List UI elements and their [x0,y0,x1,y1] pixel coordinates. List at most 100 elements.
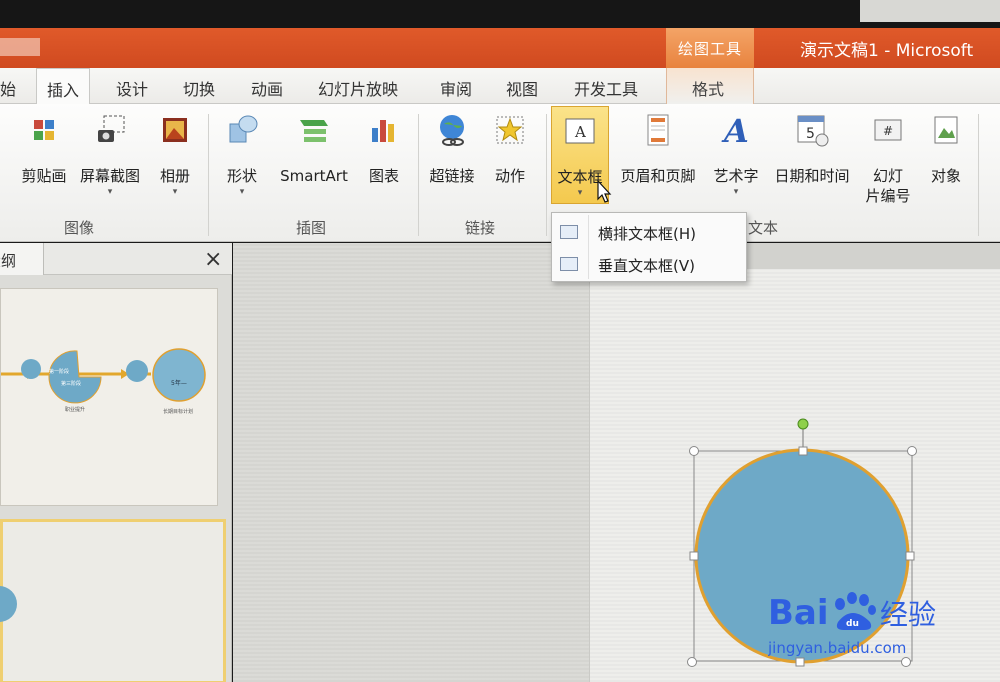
datetime-label: 日期和时间 [774,167,850,185]
tab-view[interactable]: 视图 [506,76,538,100]
hyperlink-button[interactable]: 超链接 [426,112,478,186]
datetime-button[interactable]: 5 日期和时间 [767,112,857,186]
tab-outline[interactable]: 大纲 [0,243,44,275]
group-separator [978,114,979,236]
photo-album-label: 相册 [159,167,190,185]
outline-pane-header: 大纲 × [0,243,232,275]
screenshot-dropdown-arrow[interactable]: ▾ [74,186,146,198]
photo-album-button[interactable]: 相册 ▾ [155,112,195,198]
watermark-brand: Bai [768,593,829,633]
tab-transitions[interactable]: 切换 [183,76,215,100]
screenshot-icon [92,112,128,148]
group-label-images: 图像 [64,219,95,237]
svg-text:A: A [721,112,749,148]
svg-text:5: 5 [806,126,815,142]
slide-number-button[interactable]: # 幻灯 片编号 [862,112,914,206]
shapes-label: 形状 [226,167,257,185]
slide-number-label-line2: 片编号 [865,187,911,205]
watermark-brand-du: du [846,619,859,629]
svg-text:#: # [883,124,893,138]
header-footer-label: 页眉和页脚 [620,167,696,185]
shapes-icon [224,112,260,148]
header-footer-button[interactable]: 页眉和页脚 [612,112,704,186]
chart-button[interactable]: 图表 [364,112,404,186]
screenshot-button[interactable]: 屏幕截图 ▾ [74,112,146,198]
tab-review[interactable]: 审阅 [440,76,472,100]
object-icon [928,112,964,148]
smartart-label: SmartArt [280,167,348,185]
document-title: 演示文稿1 - Microsoft [800,41,974,61]
group-label-text: 文本 [748,219,779,237]
group-label-links: 链接 [465,219,496,237]
watermark-url: jingyan.baidu.com [768,639,906,657]
shapes-button[interactable]: 形状 ▾ [222,112,262,198]
slide-thumbnail-diagram: 第一阶段 第三阶段 5年— 职业提升 长期目标计划 [1,348,206,415]
tab-slideshow[interactable]: 幻灯片放映 [318,76,398,100]
photo-album-dropdown-arrow[interactable]: ▾ [155,186,195,198]
menu-item-vertical-textbox[interactable]: 垂直文本框(V) [552,249,746,279]
vertical-textbox-icon [560,257,578,271]
thumb-text: 第三阶段 [61,380,81,387]
drawing-tools-context-title: 绘图工具 [666,28,754,68]
chart-icon [366,112,402,148]
header-footer-icon [640,112,676,148]
action-button[interactable]: 动作 [490,112,530,186]
calendar-clock-icon: 5 [794,112,830,148]
slide-number-icon: # [870,112,906,148]
screen-bezel [0,0,1000,28]
tab-design[interactable]: 设计 [116,76,148,100]
clipart-label: 剪贴画 [21,167,67,185]
menu-item-label: 横排文本框(H) [598,225,696,243]
group-label-illustrations: 插图 [296,219,327,237]
tab-format[interactable]: 格式 [692,76,724,100]
smartart-icon [296,112,332,148]
outline-pane: 大纲 × 第一阶段 第三阶段 5年— 职业提升 长期目标计划 [0,243,232,682]
menu-item-horizontal-textbox[interactable]: 横排文本框(H) [552,217,746,247]
thumb-text: 5年— [171,379,187,387]
group-separator [418,114,419,236]
screen-glare [860,0,1000,22]
horizontal-textbox-icon [560,225,578,239]
clipart-icon [26,112,62,148]
ribbon: 剪贴画 屏幕截图 ▾ 相册 ▾ 图像 形状 ▾ SmartArt 图表 插图 超… [0,104,1000,242]
textbox-icon: A [562,113,598,149]
globe-link-icon [434,112,470,148]
object-button[interactable]: 对象 [926,112,966,186]
textbox-dropdown-menu: 横排文本框(H) 垂直文本框(V) [551,212,747,282]
thumb2-circle [0,586,17,622]
thumb-text: 第一阶段 [49,368,69,375]
wordart-label: 艺术字 [713,167,759,185]
wordart-button[interactable]: A 艺术字 ▾ [708,112,764,198]
quick-access-toolbar[interactable] [0,38,40,56]
mouse-cursor-icon [597,180,612,203]
slide-number-label-line1: 幻灯 [872,167,903,185]
screenshot-label: 屏幕截图 [79,167,140,185]
ribbon-tab-strip: 始 插入 设计 切换 动画 幻灯片放映 审阅 视图 开发工具 格式 [0,68,1000,105]
menu-item-label: 垂直文本框(V) [598,257,695,275]
slide-thumbnail-2[interactable] [0,519,226,682]
tab-animations[interactable]: 动画 [251,76,283,100]
wordart-icon: A [718,112,754,150]
smartart-button[interactable]: SmartArt [274,112,354,186]
action-star-icon [492,112,528,148]
clipart-button[interactable]: 剪贴画 [16,112,72,186]
thumb-text: 长期目标计划 [163,408,193,415]
slide-thumbnail-1[interactable]: 第一阶段 第三阶段 5年— 职业提升 长期目标计划 [0,288,218,506]
group-separator [546,114,547,236]
close-icon[interactable]: × [204,247,222,272]
tab-home[interactable]: 始 [0,76,16,100]
baidu-paw-logo-icon: Bai du 经验 jingyan.baidu.com [767,592,936,657]
baidu-jingyan-watermark: Bai du 经验 jingyan.baidu.com [767,578,968,666]
watermark-cn: 经验 [880,598,936,631]
action-label: 动作 [494,167,525,185]
hyperlink-label: 超链接 [429,167,475,185]
chart-label: 图表 [368,167,399,185]
tab-developer[interactable]: 开发工具 [574,76,638,100]
outline-tab-label: 大纲 [0,252,17,270]
wordart-dropdown-arrow[interactable]: ▾ [708,186,764,198]
svg-text:A: A [574,123,586,141]
shapes-dropdown-arrow[interactable]: ▾ [222,186,262,198]
object-label: 对象 [930,167,961,185]
tab-insert[interactable]: 插入 [36,68,91,105]
photo-album-icon [157,112,193,148]
